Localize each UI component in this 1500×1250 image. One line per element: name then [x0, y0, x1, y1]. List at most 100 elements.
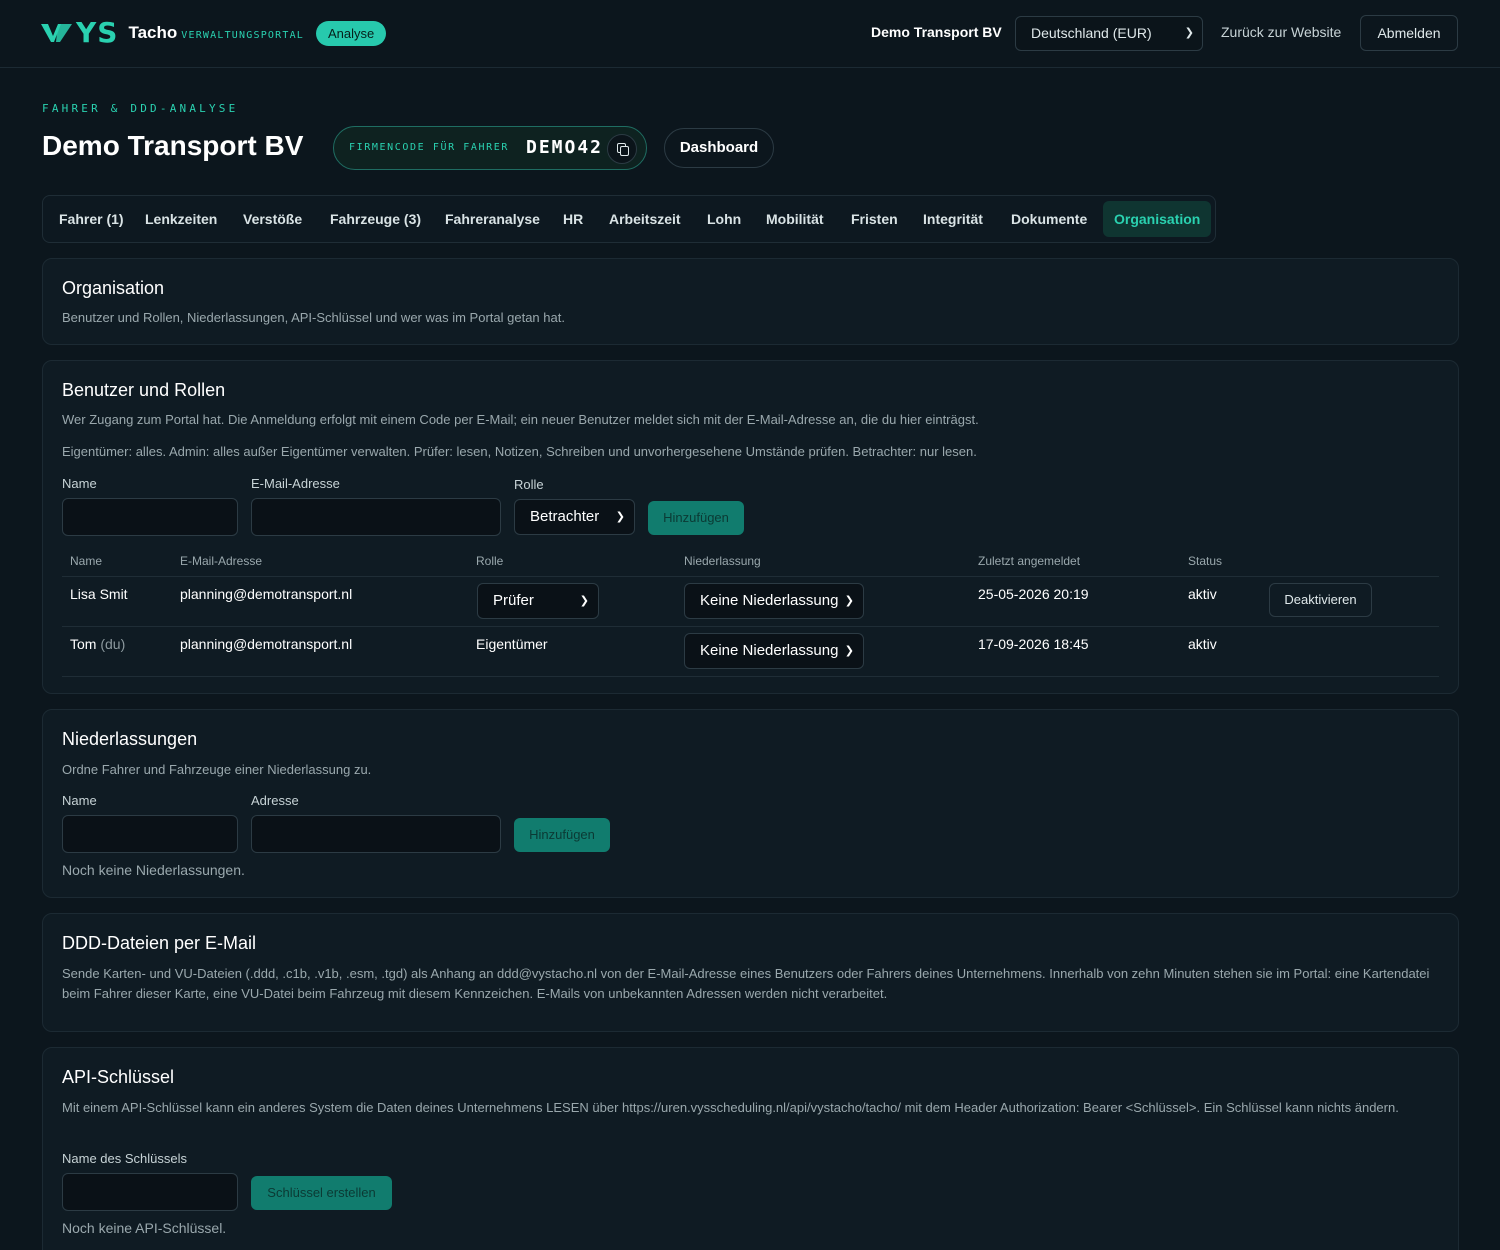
copy-code-button[interactable]: [607, 134, 637, 164]
table-row-divider: [62, 676, 1439, 677]
organisation-title: Organisation: [62, 278, 165, 298]
api-keys-empty-note: Noch keine API-Schlüssel.: [62, 1220, 227, 1236]
tab-organisation[interactable]: Organisation: [1103, 201, 1212, 237]
user-row-1-branch-select[interactable]: Keine Niederlassung ❯: [684, 583, 864, 619]
chevron-down-icon: ❯: [844, 595, 854, 607]
organisation-card: Organisation Benutzer und Rollen, Nieder…: [42, 258, 1459, 345]
branches-title: Niederlassungen: [62, 729, 198, 749]
copy-icon-front: [620, 146, 629, 156]
users-description-access: Wer Zugang zum Portal hat. Die Anmeldung…: [62, 412, 979, 427]
add-branch-button[interactable]: Hinzufügen: [514, 818, 610, 852]
logo-mark-text: YS: [76, 16, 119, 49]
table-header-divider: [62, 576, 1439, 577]
user-row-1-email: planning@demotransport.nl: [180, 586, 353, 602]
user-name-input[interactable]: [62, 498, 238, 536]
add-user-button[interactable]: Hinzufügen: [648, 501, 744, 535]
tab-fahreranalyse[interactable]: Fahreranalyse: [445, 196, 540, 242]
tab-hr[interactable]: HR: [563, 196, 583, 242]
user-row-1-status: aktiv: [1188, 586, 1217, 602]
user-row-2-email: planning@demotransport.nl: [180, 636, 353, 652]
tab-verstoesse[interactable]: Verstöße: [243, 196, 302, 242]
column-header-branch: Niederlassung: [684, 554, 761, 568]
organisation-description: Benutzer und Rollen, Niederlassungen, AP…: [62, 310, 565, 325]
ddd-email-title: DDD-Dateien per E-Mail: [62, 933, 257, 953]
user-row-1-name: Lisa Smit: [70, 586, 128, 602]
column-header-status: Status: [1188, 554, 1223, 568]
country-select-value: Deutschland (EUR): [1031, 25, 1152, 41]
column-header-name: Name: [70, 554, 103, 568]
user-row-2-status: aktiv: [1188, 636, 1217, 652]
users-roles-card: Benutzer und Rollen Wer Zugang zum Porta…: [42, 360, 1459, 694]
logo-subtitle: VERWALTUNGSPORTAL: [181, 29, 305, 41]
logo-title: Tacho: [128, 23, 178, 42]
branches-card: Niederlassungen Ordne Fahrer und Fahrzeu…: [42, 709, 1459, 898]
page-eyebrow: FAHRER & DDD-ANALYSE: [42, 102, 239, 115]
logout-button[interactable]: Abmelden: [1360, 15, 1458, 51]
branches-description: Ordne Fahrer und Fahrzeuge einer Niederl…: [62, 762, 372, 777]
column-header-last-login: Zuletzt angemeldet: [978, 554, 1081, 568]
user-row-1-last-login: 25-05-2026 20:19: [978, 586, 1089, 602]
chevron-down-icon: ❯: [844, 645, 854, 657]
tab-lenkzeiten[interactable]: Lenkzeiten: [145, 196, 217, 242]
chevron-down-icon: ❯: [615, 511, 625, 523]
back-to-website-link[interactable]: Zurück zur Website: [1221, 24, 1341, 40]
tab-fahrer[interactable]: Fahrer (1): [59, 196, 124, 242]
user-role-select[interactable]: Betrachter ❯: [514, 499, 635, 535]
user-row-1-branch-value: Keine Niederlassung: [700, 592, 839, 609]
chevron-down-icon: ❯: [1184, 27, 1194, 39]
tab-lohn[interactable]: Lohn: [707, 196, 741, 242]
top-bar: YS Tacho VERWALTUNGSPORTAL Analyse Demo …: [0, 0, 1500, 68]
header-company-name: Demo Transport BV: [871, 24, 1002, 40]
company-code-label: FIRMENCODE FÜR FAHRER: [349, 142, 510, 153]
analyse-badge: Analyse: [316, 21, 387, 46]
column-header-email: E-Mail-Adresse: [180, 554, 263, 568]
api-keys-description: Mit einem API-Schlüssel kann ein anderes…: [62, 1100, 1399, 1115]
ddd-email-card: DDD-Dateien per E-Mail Sende Karten- und…: [42, 913, 1459, 1032]
branch-address-label: Adresse: [251, 793, 299, 808]
vys-logo-icon: YS: [40, 19, 118, 47]
users-description-roles: Eigentümer: alles. Admin: alles außer Ei…: [62, 444, 977, 459]
tab-dokumente[interactable]: Dokumente: [1011, 196, 1087, 242]
user-role-select-value: Betrachter: [530, 508, 600, 525]
create-api-key-button[interactable]: Schlüssel erstellen: [251, 1176, 392, 1210]
user-row-2-branch-select[interactable]: Keine Niederlassung ❯: [684, 633, 864, 669]
user-row-2-name-cell: Tom (du): [70, 636, 125, 652]
user-name-label: Name: [62, 476, 97, 491]
user-row-2-name: Tom: [70, 636, 97, 652]
brand-logo[interactable]: YS Tacho VERWALTUNGSPORTAL: [40, 19, 304, 47]
users-title: Benutzer und Rollen: [62, 380, 226, 400]
user-email-input[interactable]: [251, 498, 501, 536]
company-code-pill: FIRMENCODE FÜR FAHRER DEMO42: [333, 126, 647, 170]
company-code-value: DEMO42: [526, 137, 604, 158]
user-row-2-role: Eigentümer: [476, 636, 548, 652]
branch-name-label: Name: [62, 793, 97, 808]
ddd-email-description: Sende Karten- und VU-Dateien (.ddd, .c1b…: [62, 966, 1430, 1001]
country-select[interactable]: Deutschland (EUR) ❯: [1015, 16, 1203, 51]
api-keys-card: API-Schlüssel Mit einem API-Schlüssel ka…: [42, 1047, 1459, 1250]
user-row-1-role-select[interactable]: Prüfer ❯: [477, 583, 599, 619]
user-row-2-branch-value: Keine Niederlassung: [700, 642, 839, 659]
chevron-down-icon: ❯: [579, 595, 589, 607]
user-email-label: E-Mail-Adresse: [251, 476, 340, 491]
api-key-name-input[interactable]: [62, 1173, 238, 1211]
deactivate-user-button[interactable]: Deaktivieren: [1269, 583, 1372, 617]
branch-address-input[interactable]: [251, 815, 501, 853]
column-header-role: Rolle: [476, 554, 504, 568]
table-row-divider: [62, 626, 1439, 627]
tab-fahrzeuge[interactable]: Fahrzeuge (3): [330, 196, 421, 242]
section-tabs: Fahrer (1) Lenkzeiten Verstöße Fahrzeuge…: [42, 195, 1216, 243]
page-title: Demo Transport BV: [42, 130, 304, 161]
dashboard-button[interactable]: Dashboard: [664, 128, 774, 168]
branch-name-input[interactable]: [62, 815, 238, 853]
user-row-2-last-login: 17-09-2026 18:45: [978, 636, 1089, 652]
tab-arbeitszeit[interactable]: Arbeitszeit: [609, 196, 681, 242]
user-row-2-self-marker: (du): [100, 636, 126, 652]
tab-integritaet[interactable]: Integrität: [923, 196, 983, 242]
api-keys-title: API-Schlüssel: [62, 1067, 175, 1087]
tab-mobilitaet[interactable]: Mobilität: [766, 196, 824, 242]
tab-fristen[interactable]: Fristen: [851, 196, 898, 242]
user-role-label: Rolle: [514, 477, 544, 492]
api-key-name-label: Name des Schlüssels: [62, 1151, 187, 1166]
branches-empty-note: Noch keine Niederlassungen.: [62, 862, 245, 878]
user-row-1-role-value: Prüfer: [493, 592, 534, 609]
